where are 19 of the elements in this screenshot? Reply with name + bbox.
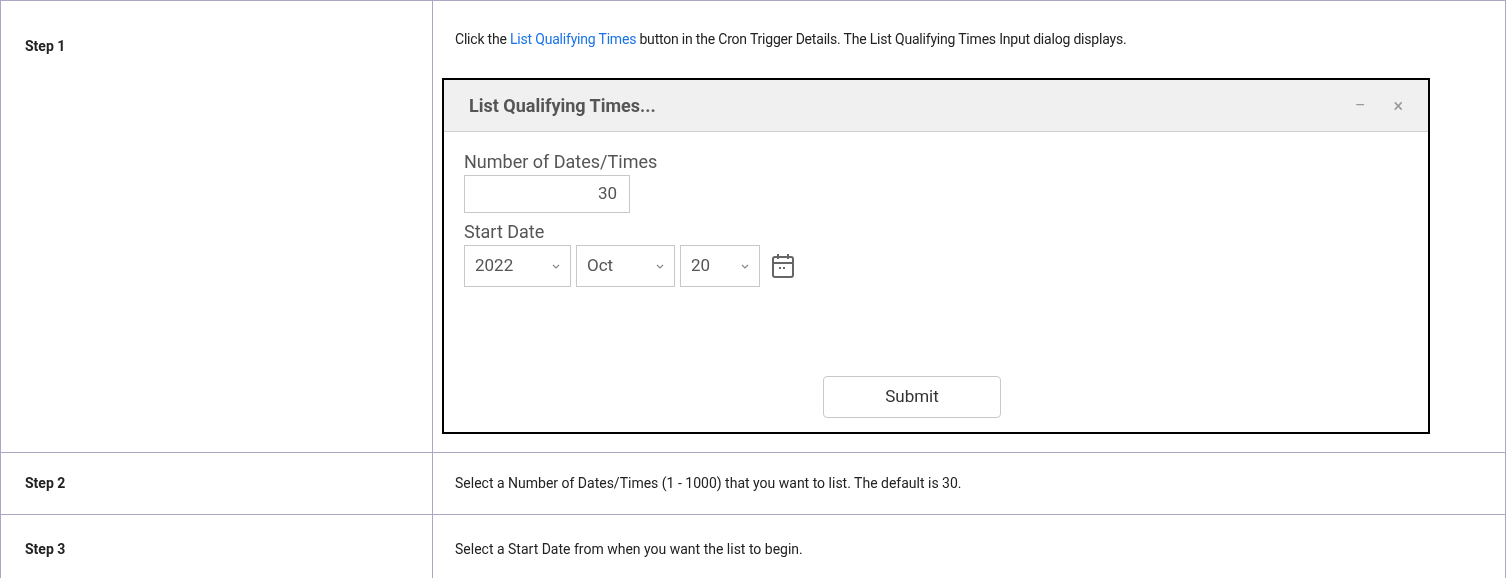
field-label: Start Date: [464, 220, 546, 244]
caret-icon: [656, 263, 664, 269]
instruction-text: Select a Start Date from when you want the list to begin.: [455, 540, 803, 559]
field-label: Number of Dates/Times: [464, 150, 659, 174]
inline-link[interactable]: List Qualifying Times: [510, 31, 637, 47]
caret-icon: [741, 263, 749, 269]
dropdown[interactable]: 20: [680, 245, 760, 287]
step-label: Step 3: [25, 540, 66, 559]
instruction-text: Select a Number of Dates/Times (1 - 1000) that you want to list. The default is 30.: [455, 474, 962, 494]
caret-icon: [552, 263, 560, 269]
instruction-text: Click the List Qualifying Times button in the Cron Trigger Details. The List Qualifying Times Input dialog displays.: [455, 30, 1128, 49]
step-label: Step 1: [25, 38, 66, 54]
number-field[interactable]: 30: [464, 175, 630, 213]
step-label: Step 2: [25, 474, 66, 493]
submit-button[interactable]: Submit: [823, 376, 1001, 418]
dropdown[interactable]: 2022: [464, 245, 571, 287]
dialog-title: List Qualifying Times...: [469, 94, 657, 118]
calendar-icon[interactable]: [771, 253, 795, 279]
dropdown[interactable]: Oct: [576, 245, 675, 287]
